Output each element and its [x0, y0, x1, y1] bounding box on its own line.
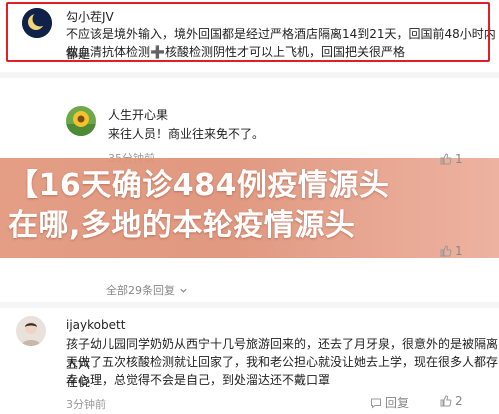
like-button[interactable]: 2 [440, 394, 463, 408]
comment-text: 来往人员！商业往来免不了。 [108, 127, 265, 141]
more-replies-link[interactable]: 全部29条回复 [106, 282, 188, 298]
sunflower-avatar-icon [66, 106, 96, 136]
like-count: 1 [455, 244, 463, 258]
headline-line-2: 在哪,多地的本轮疫情源头 [8, 208, 356, 243]
divider [0, 72, 499, 78]
thumbs-up-icon [440, 153, 452, 165]
comment-username[interactable]: ijaykobett [66, 318, 125, 332]
reply-label: 回复 [385, 396, 410, 410]
more-replies-label: 全部29条回复 [106, 284, 175, 297]
person-avatar-icon [16, 316, 46, 346]
comment-3: ijaykobett 孩子幼儿园同学奶奶从西宁十几号旅游回来的，还去了月牙泉，很… [0, 308, 499, 414]
comment-text-line-3: 幸心理，总觉得不会是自己，到处溜达还不戴口罩 [66, 373, 331, 387]
avatar[interactable] [16, 316, 46, 346]
comment-1: 勾小茬JV 不应该是境外输入，境外回国都是经过严格酒店隔离14到21天，回国前4… [0, 0, 499, 64]
avatar[interactable] [66, 106, 96, 136]
like-count: 1 [455, 152, 463, 166]
like-count: 2 [455, 394, 463, 408]
like-button[interactable]: 1 [440, 152, 463, 166]
like-button[interactable]: 1 [440, 244, 463, 258]
thumbs-up-icon [440, 395, 452, 407]
comment-time: 3分钟前 [66, 398, 106, 411]
headline-banner: 【16天确诊484例疫情源头 在哪,多地的本轮疫情源头 [0, 158, 499, 258]
thumbs-up-icon [440, 245, 452, 257]
chevron-down-icon [180, 288, 187, 293]
reply-icon [371, 398, 381, 409]
highlight-box [6, 2, 490, 62]
reply-button[interactable]: 回复 [370, 394, 409, 411]
headline-line-1: 【16天确诊484例疫情源头 [8, 168, 390, 203]
comment-username[interactable]: 人生开心果 [108, 106, 168, 123]
